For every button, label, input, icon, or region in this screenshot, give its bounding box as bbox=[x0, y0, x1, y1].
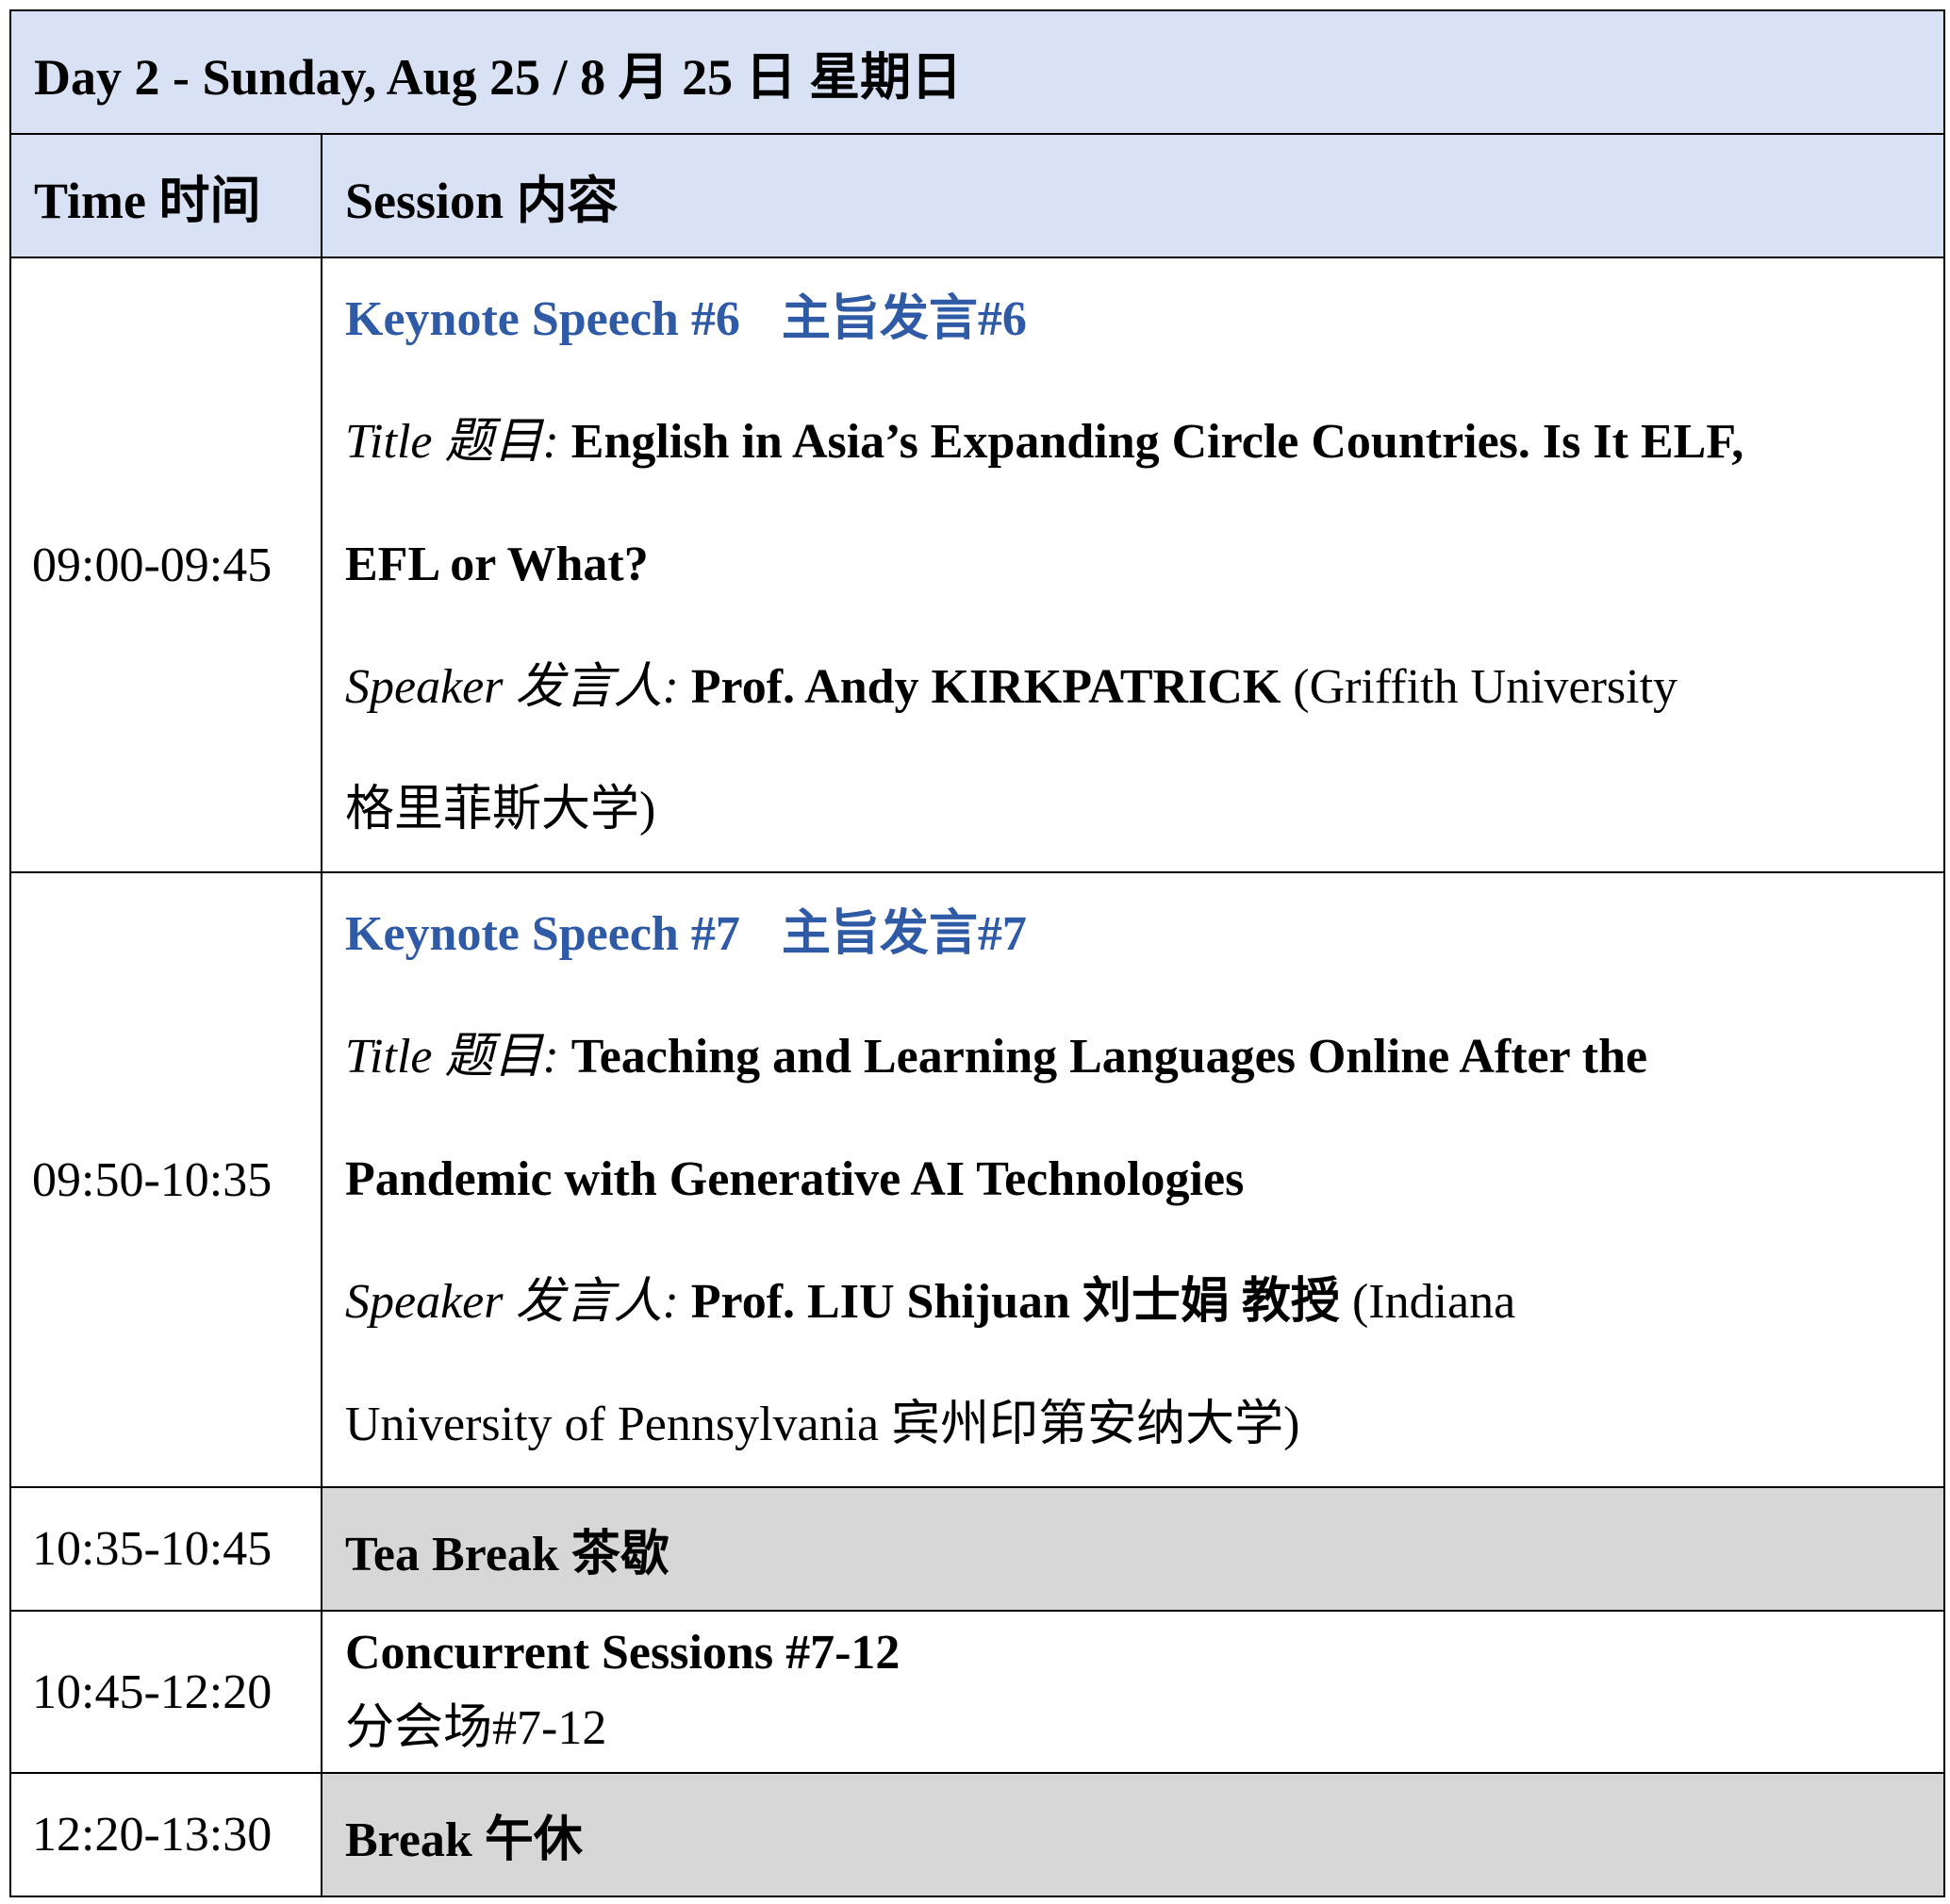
title-text-cont: EFL or What? bbox=[345, 538, 649, 591]
session-cell: Keynote Speech #6 主旨发言#6 Title 题目: Englis… bbox=[321, 257, 1945, 873]
title-label: Title 题目: bbox=[345, 1030, 559, 1084]
time-cell: 09:00-09:45 bbox=[9, 257, 322, 873]
day-header-row: Day 2 - Sunday, Aug 25 / 8 月 25 日 星期日 bbox=[9, 9, 1945, 135]
title-text-cont: Pandemic with Generative AI Technologies bbox=[345, 1152, 1245, 1206]
keynote-heading-zh: 主旨发言#7 bbox=[781, 907, 1027, 961]
schedule-table: Day 2 - Sunday, Aug 25 / 8 月 25 日 星期日 Ti… bbox=[9, 9, 1945, 1897]
speaker-affiliation: (Griffith University bbox=[1293, 660, 1678, 714]
time-cell: 10:45-12:20 bbox=[9, 1610, 322, 1774]
time-cell: 10:35-10:45 bbox=[9, 1486, 322, 1612]
session-cell: Keynote Speech #7 主旨发言#7 Title 题目: Teachi… bbox=[321, 871, 1945, 1488]
table-row: 09:50-10:35 Keynote Speech #7 主旨发言#7 Titl… bbox=[9, 871, 1945, 1488]
speaker-name: Prof. Andy KIRKPATRICK bbox=[690, 660, 1281, 714]
session-cell: Tea Break 茶歇 bbox=[321, 1486, 1945, 1612]
concurrent-sessions-en: Concurrent Sessions #7-12 bbox=[345, 1626, 901, 1680]
title-text: English in Asia’s Expanding Circle Count… bbox=[570, 415, 1744, 469]
table-row: 09:00-09:45 Keynote Speech #6 主旨发言#6 Titl… bbox=[9, 257, 1945, 873]
keynote-heading: Keynote Speech #6 主旨发言#6 bbox=[345, 258, 1921, 381]
title-text: Teaching and Learning Languages Online A… bbox=[570, 1030, 1648, 1084]
session-column-header: Session 内容 bbox=[321, 133, 1945, 258]
speaker-affiliation: (Indiana bbox=[1351, 1275, 1516, 1329]
day-header: Day 2 - Sunday, Aug 25 / 8 月 25 日 星期日 bbox=[9, 9, 1945, 135]
time-cell: 09:50-10:35 bbox=[9, 871, 322, 1488]
talk-title: Title 题目: Teaching and Learning Language… bbox=[345, 996, 1921, 1118]
column-header-row: Time 时间 Session 内容 bbox=[9, 133, 1945, 258]
table-row: 10:35-10:45 Tea Break 茶歇 bbox=[9, 1486, 1945, 1612]
speaker-line: Speaker 发言人: Prof. LIU Shijuan 刘士娟 教授 (I… bbox=[345, 1241, 1921, 1364]
table-row: 10:45-12:20 Concurrent Sessions #7-12 分会… bbox=[9, 1610, 1945, 1774]
keynote-heading-en: Keynote Speech #6 bbox=[345, 292, 740, 346]
concurrent-sessions-zh: 分会场#7-12 bbox=[345, 1701, 607, 1755]
speaker-label: Speaker 发言人: bbox=[345, 660, 679, 714]
title-label: Title 题目: bbox=[345, 415, 559, 469]
keynote-heading-en: Keynote Speech #7 bbox=[345, 907, 740, 961]
session-cell: Break 午休 bbox=[321, 1772, 1945, 1897]
speaker-label: Speaker 发言人: bbox=[345, 1275, 679, 1329]
speaker-affiliation-cont: 格里菲斯大学) bbox=[345, 783, 656, 836]
keynote-heading-zh: 主旨发言#6 bbox=[781, 292, 1027, 346]
time-column-header: Time 时间 bbox=[9, 133, 322, 258]
speaker-line: Speaker 发言人: Prof. Andy KIRKPATRICK (Gri… bbox=[345, 626, 1921, 749]
keynote-heading: Keynote Speech #7 主旨发言#7 bbox=[345, 873, 1921, 996]
speaker-name: Prof. LIU Shijuan 刘士娟 教授 bbox=[690, 1275, 1340, 1329]
speaker-affiliation-cont: University of Pennsylvania 宾州印第安纳大学) bbox=[345, 1398, 1300, 1451]
time-cell: 12:20-13:30 bbox=[9, 1772, 322, 1897]
talk-title: Title 题目: English in Asia’s Expanding Ci… bbox=[345, 381, 1921, 504]
session-cell: Concurrent Sessions #7-12 分会场#7-12 bbox=[321, 1610, 1945, 1774]
table-row: 12:20-13:30 Break 午休 bbox=[9, 1772, 1945, 1897]
